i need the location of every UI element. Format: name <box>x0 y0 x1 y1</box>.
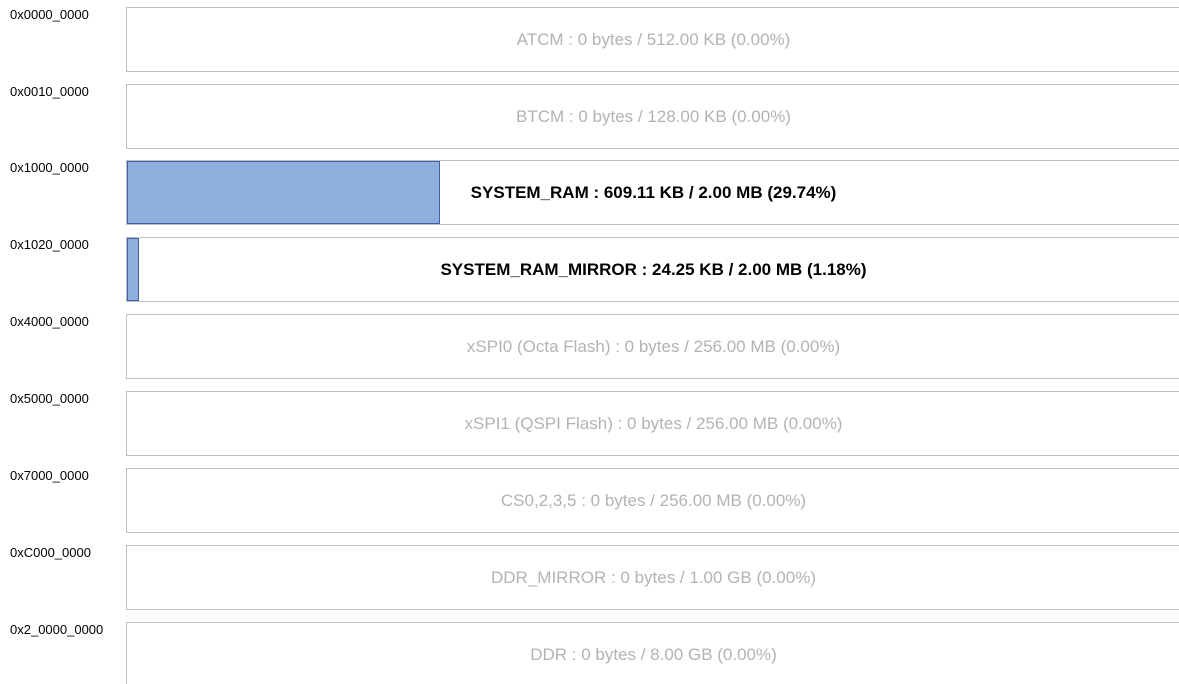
region-address: 0x7000_0000 <box>10 468 89 483</box>
region-label: ATCM : 0 bytes / 512.00 KB (0.00%) <box>516 30 791 49</box>
region-address: 0x0010_0000 <box>10 84 89 99</box>
memory-region-row[interactable]: 0x2_0000_0000 DDR : 0 bytes / 8.00 GB (0… <box>0 622 1179 684</box>
region-label: SYSTEM_RAM : 609.11 KB / 2.00 MB (29.74%… <box>470 183 837 202</box>
memory-region-row[interactable]: 0x1000_0000 SYSTEM_RAM : 609.11 KB / 2.0… <box>0 160 1179 225</box>
region-bar[interactable]: ATCM : 0 bytes / 512.00 KB (0.00%) <box>126 7 1179 72</box>
memory-region-row[interactable]: 0xC000_0000 DDR_MIRROR : 0 bytes / 1.00 … <box>0 545 1179 610</box>
region-bar[interactable]: SYSTEM_RAM_MIRROR : 24.25 KB / 2.00 MB (… <box>126 237 1179 302</box>
region-bar[interactable]: DDR_MIRROR : 0 bytes / 1.00 GB (0.00%) <box>126 545 1179 610</box>
region-bar[interactable]: DDR : 0 bytes / 8.00 GB (0.00%) <box>126 622 1179 684</box>
region-label: xSPI1 (QSPI Flash) : 0 bytes / 256.00 MB… <box>464 414 843 433</box>
region-label: CS0,2,3,5 : 0 bytes / 256.00 MB (0.00%) <box>500 491 807 510</box>
region-address: 0x0000_0000 <box>10 7 89 22</box>
region-label: SYSTEM_RAM_MIRROR : 24.25 KB / 2.00 MB (… <box>440 260 867 279</box>
region-bar[interactable]: xSPI0 (Octa Flash) : 0 bytes / 256.00 MB… <box>126 314 1179 379</box>
region-address: 0x4000_0000 <box>10 314 89 329</box>
memory-region-row[interactable]: 0x0000_0000 ATCM : 0 bytes / 512.00 KB (… <box>0 7 1179 72</box>
memory-region-row[interactable]: 0x1020_0000 SYSTEM_RAM_MIRROR : 24.25 KB… <box>0 237 1179 302</box>
region-address: 0x1000_0000 <box>10 160 89 175</box>
region-label: BTCM : 0 bytes / 128.00 KB (0.00%) <box>516 107 791 126</box>
region-bar[interactable]: BTCM : 0 bytes / 128.00 KB (0.00%) <box>126 84 1179 149</box>
region-address: 0x2_0000_0000 <box>10 622 104 637</box>
region-address: 0x1020_0000 <box>10 237 89 252</box>
memory-region-row[interactable]: 0x5000_0000 xSPI1 (QSPI Flash) : 0 bytes… <box>0 391 1179 456</box>
memory-map: 0x0000_0000 ATCM : 0 bytes / 512.00 KB (… <box>0 0 1179 684</box>
region-label: DDR : 0 bytes / 8.00 GB (0.00%) <box>530 645 777 664</box>
region-address: 0x5000_0000 <box>10 391 89 406</box>
region-bar[interactable]: xSPI1 (QSPI Flash) : 0 bytes / 256.00 MB… <box>126 391 1179 456</box>
memory-region-row[interactable]: 0x7000_0000 CS0,2,3,5 : 0 bytes / 256.00… <box>0 468 1179 533</box>
region-label: DDR_MIRROR : 0 bytes / 1.00 GB (0.00%) <box>491 568 816 587</box>
memory-region-row[interactable]: 0x4000_0000 xSPI0 (Octa Flash) : 0 bytes… <box>0 314 1179 379</box>
region-label: xSPI0 (Octa Flash) : 0 bytes / 256.00 MB… <box>466 337 841 356</box>
region-bar[interactable]: SYSTEM_RAM : 609.11 KB / 2.00 MB (29.74%… <box>126 160 1179 225</box>
region-address: 0xC000_0000 <box>10 545 91 560</box>
region-bar[interactable]: CS0,2,3,5 : 0 bytes / 256.00 MB (0.00%) <box>126 468 1179 533</box>
memory-region-row[interactable]: 0x0010_0000 BTCM : 0 bytes / 128.00 KB (… <box>0 84 1179 149</box>
